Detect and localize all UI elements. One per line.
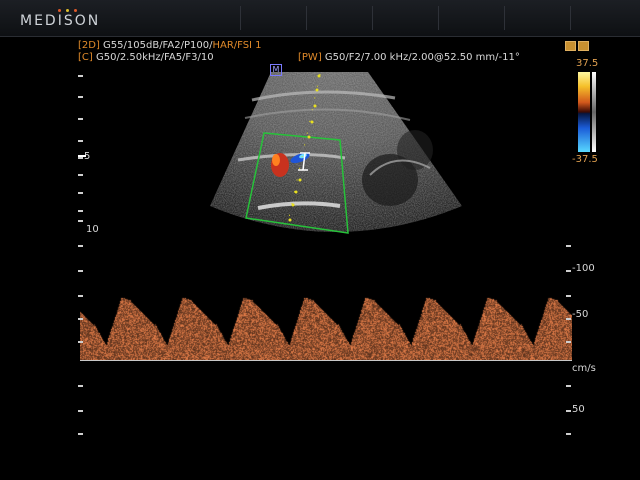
doppler-right-tick xyxy=(566,245,571,247)
doppler-left-tick xyxy=(78,295,83,297)
doppler-left-tick xyxy=(78,410,83,412)
depth-tick xyxy=(78,220,83,222)
doppler-right-tick xyxy=(566,341,571,343)
bmode-sector-image xyxy=(210,72,462,234)
depth-tick xyxy=(78,118,83,120)
depth-tick xyxy=(78,75,83,77)
depth-tick xyxy=(78,174,83,176)
depth-tick xyxy=(78,96,83,98)
doppler-left-tick xyxy=(78,270,83,272)
doppler-right-tick xyxy=(566,270,571,272)
doppler-left-tick xyxy=(78,433,83,435)
velocity-unit: cm/s xyxy=(572,363,596,374)
doppler-left-tick xyxy=(78,385,83,387)
depth-tick xyxy=(78,210,83,212)
doppler-right-tick xyxy=(566,410,571,412)
depth-tick xyxy=(78,157,83,159)
velocity-label-minus-100: -100 xyxy=(572,263,595,274)
doppler-left-tick xyxy=(78,245,83,247)
doppler-right-tick xyxy=(566,318,571,320)
focus-marker: M xyxy=(270,64,282,76)
depth-tick xyxy=(78,192,83,194)
doppler-right-tick xyxy=(566,385,571,387)
doppler-left-tick xyxy=(78,341,83,343)
doppler-right-tick xyxy=(566,295,571,297)
velocity-label-50: 50 xyxy=(572,404,585,415)
doppler-right-tick xyxy=(566,433,571,435)
depth-tick xyxy=(78,140,83,142)
depth-mark-10: 10 xyxy=(86,224,99,235)
velocity-label-minus-50: -50 xyxy=(572,309,589,320)
pw-doppler-spectrum xyxy=(80,294,572,360)
doppler-baseline xyxy=(80,360,572,361)
doppler-left-tick xyxy=(78,318,83,320)
